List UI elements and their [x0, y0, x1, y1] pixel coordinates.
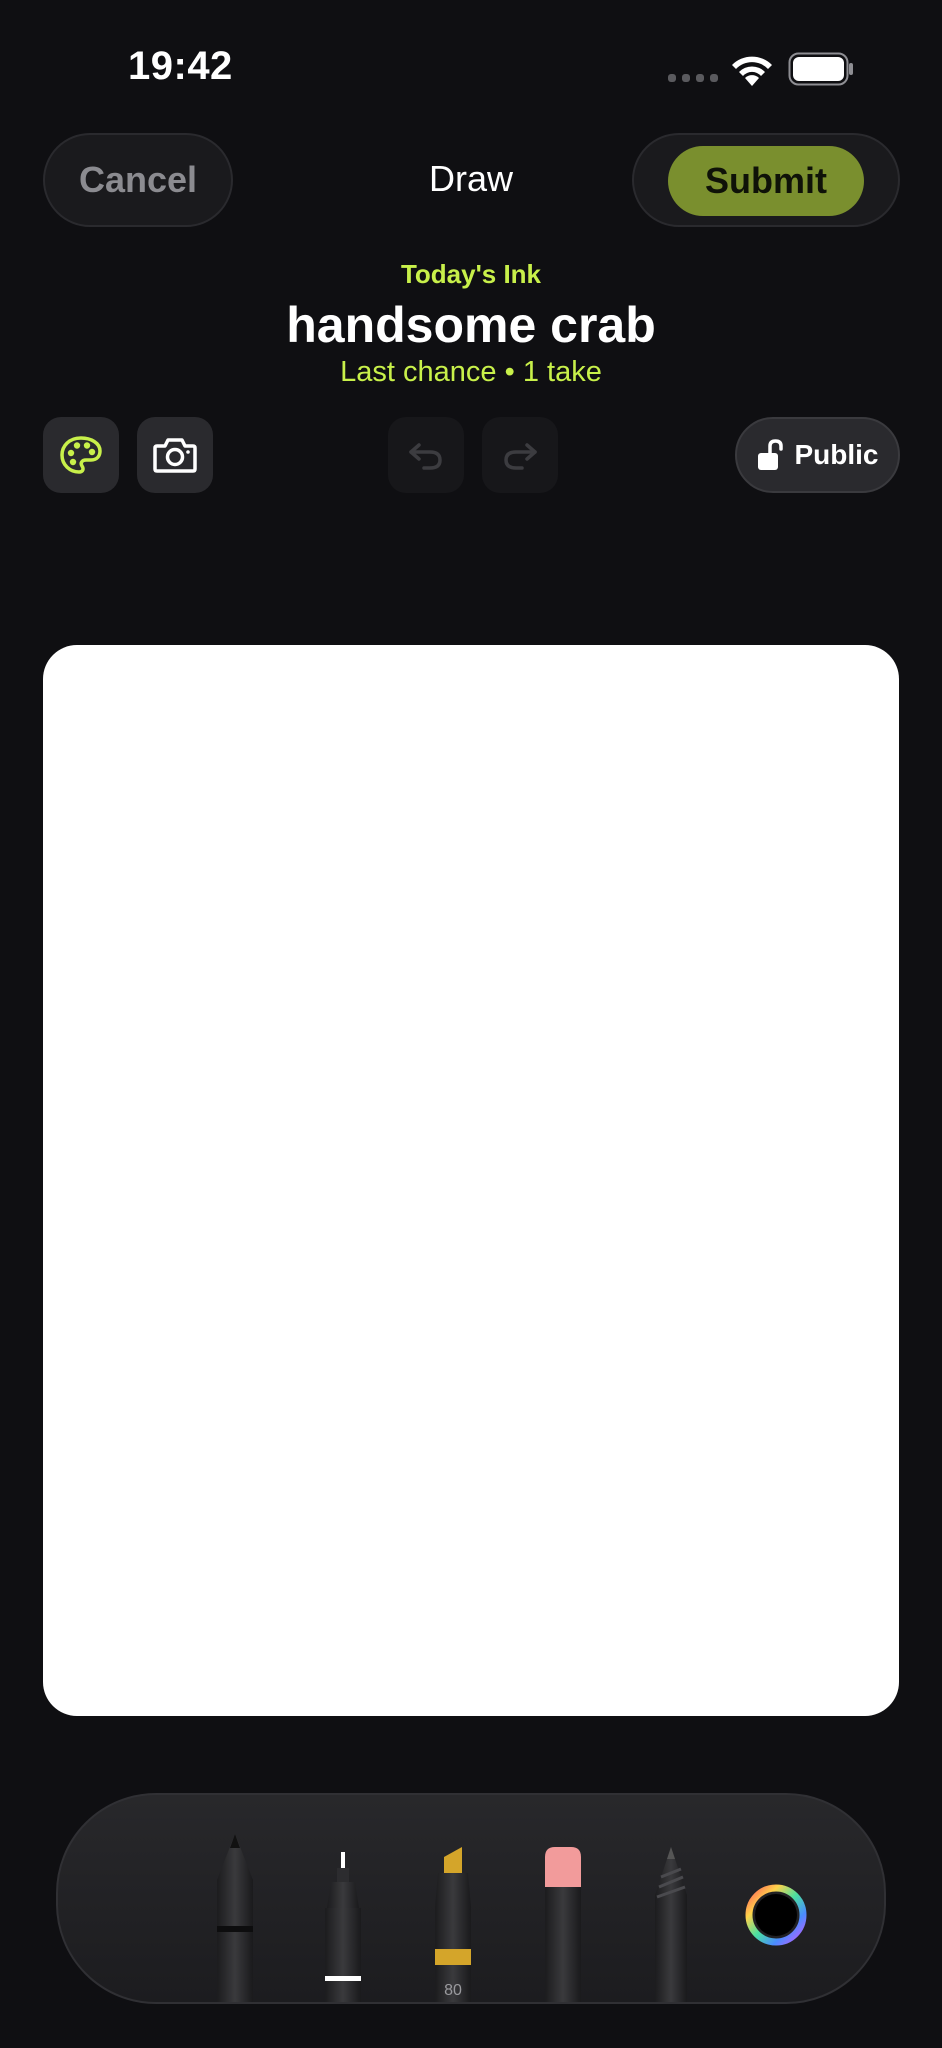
- battery-icon: [788, 52, 853, 86]
- color-picker[interactable]: [744, 1883, 808, 1947]
- camera-button[interactable]: [137, 417, 213, 493]
- submit-button-container: Submit: [632, 133, 900, 227]
- wifi-icon: [732, 56, 772, 86]
- fineliner-tool[interactable]: [316, 1852, 370, 2002]
- drawing-canvas[interactable]: [43, 645, 899, 1716]
- marker-size-label: 80: [444, 1982, 462, 1999]
- prompt-eyebrow: Today's Ink: [400, 259, 542, 289]
- status-time: 19:42: [128, 44, 233, 88]
- eraser-tool[interactable]: [536, 1847, 590, 2002]
- pencil-tool[interactable]: [644, 1847, 698, 2002]
- redo-button[interactable]: [482, 417, 558, 493]
- undo-icon: [409, 443, 442, 470]
- drawing-tools-tray: 80: [56, 1793, 886, 2004]
- submit-button[interactable]: Submit: [668, 146, 864, 216]
- redo-icon: [504, 443, 537, 470]
- palette-button[interactable]: [43, 417, 119, 493]
- prompt-word: handsome crab: [286, 297, 656, 353]
- unlock-icon: [758, 439, 784, 470]
- pen-tool[interactable]: [208, 1822, 262, 2002]
- marker-tool[interactable]: 80: [426, 1847, 480, 2002]
- palette-icon: [60, 436, 102, 474]
- camera-icon: [153, 438, 197, 473]
- prompt-subline: Last chance • 1 take: [340, 356, 602, 388]
- visibility-label: Public: [794, 439, 879, 470]
- undo-button[interactable]: [388, 417, 464, 493]
- cellular-signal-icon: [668, 74, 718, 82]
- visibility-toggle[interactable]: Public: [735, 417, 900, 493]
